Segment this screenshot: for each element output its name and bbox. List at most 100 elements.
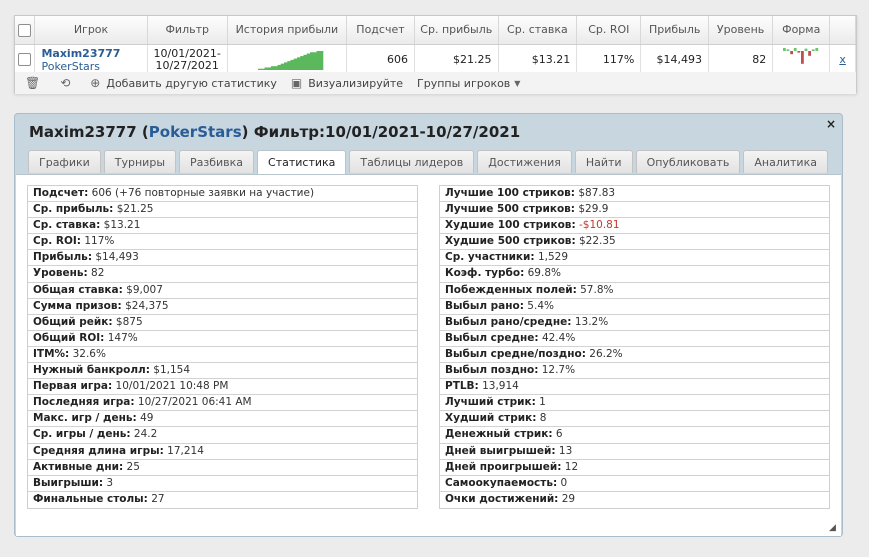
stat-row: Прибыль: $14,493 [28, 250, 417, 267]
delete-button[interactable]: 🗑 [25, 76, 46, 90]
filter-cell: 10/01/2021- 10/27/2021 [147, 44, 228, 76]
form-bar [801, 50, 805, 64]
profit-history-bar [300, 55, 304, 70]
stat-value: 1,529 [537, 251, 569, 264]
stat-row: Ср. ROI: 117% [28, 234, 417, 251]
filter-to: 10/27/2021 [155, 58, 219, 72]
stat-label: Коэф. турбо: [445, 267, 525, 280]
stat-row: Уровень: 82 [28, 266, 417, 283]
stat-row: Выигрыши: 3 [28, 476, 417, 492]
column-header-filter[interactable]: Фильтр [147, 16, 228, 45]
stat-row: Первая игра: 10/01/2021 10:48 PM [28, 379, 417, 396]
stat-row: Последняя игра: 10/27/2021 06:41 AM [28, 395, 417, 412]
stat-row: Общий ROI: 147% [28, 331, 417, 347]
remove-row-link[interactable]: x [829, 44, 856, 76]
stat-label: Выбыл средне/поздно: [445, 347, 586, 360]
stat-value: 27 [151, 492, 165, 505]
add-stats-button[interactable]: ⊕ Добавить другую статистику [90, 76, 277, 90]
stat-value: 24.2 [133, 428, 158, 441]
player-name-link[interactable]: Maxim23777 [41, 47, 140, 60]
select-all-cell[interactable] [15, 16, 36, 45]
form-bar [804, 48, 808, 51]
refresh-button[interactable]: ⟲ [60, 76, 76, 90]
chevron-down-icon: ▼ [514, 78, 521, 88]
column-header-avg-stake[interactable]: Ср. ставка [498, 16, 578, 45]
tab-statistics[interactable]: Статистика [257, 150, 347, 174]
tab-breakdown[interactable]: Разбивка [179, 150, 255, 173]
tab-leaderboards[interactable]: Таблицы лидеров [349, 150, 475, 173]
column-header-profit[interactable]: Прибыль [640, 16, 709, 45]
detail-tabs: Графики Турниры Разбивка Статистика Табл… [28, 150, 831, 174]
column-header-form[interactable]: Форма [772, 16, 831, 45]
stat-row: Выбыл рано: 5.4% [440, 299, 829, 315]
form-bar [786, 48, 790, 51]
close-icon[interactable]: × [826, 117, 836, 131]
stat-row: Средняя длина игры: 17,214 [28, 444, 417, 460]
summary-table: Игрок Фильтр История прибыли Подсчет Ср.… [15, 16, 856, 76]
form-bar [790, 50, 794, 54]
column-header-player[interactable]: Игрок [34, 16, 148, 45]
stat-row: Очки достижений: 29 [440, 492, 829, 508]
stat-label: Общая ставка: [33, 283, 123, 296]
player-detail-panel: Maxim23777 (PokerStars) Фильтр:10/01/202… [14, 113, 843, 537]
form-cell [772, 44, 831, 76]
stat-label: Выбыл рано/средне: [445, 315, 572, 328]
avg-stake-cell: $13.21 [498, 44, 578, 76]
tab-find[interactable]: Найти [574, 150, 633, 173]
column-header-avg-roi[interactable]: Ср. ROI [576, 16, 642, 45]
select-all-checkbox[interactable] [18, 23, 32, 37]
stat-row: Худшие 100 стриков: -$10.81 [440, 218, 829, 235]
stat-label: Общий рейк: [33, 315, 113, 328]
stat-label: PTLB: [445, 380, 479, 393]
column-header-profit-history[interactable]: История прибыли [227, 16, 347, 45]
stat-row: Нужный банкролл: $1,154 [28, 363, 417, 380]
stat-row: Побежденных полей: 57.8% [440, 283, 829, 299]
form-bar [812, 48, 815, 51]
stats-right-list: Лучшие 100 стриков: $87.83 Лучшие 500 стр… [439, 185, 830, 509]
profit-history-bar [290, 59, 294, 70]
stat-label: ITM%: [33, 347, 70, 360]
column-header-count[interactable]: Подсчет [346, 16, 416, 45]
stat-value: 3 [106, 476, 114, 489]
stat-label: Худшие 500 стриков: [445, 235, 576, 248]
profit-history-bar [306, 53, 311, 70]
tab-tournaments[interactable]: Турниры [103, 150, 177, 173]
summary-header-row: Игрок Фильтр История прибыли Подсчет Ср.… [15, 16, 856, 45]
stat-value: 29 [561, 492, 576, 505]
row-checkbox[interactable] [18, 53, 31, 67]
stat-value: 13 [558, 444, 573, 457]
stat-value: 13,914 [482, 380, 519, 393]
stat-label: Уровень: [33, 267, 88, 280]
avg-roi-cell: 117% [576, 44, 642, 76]
tab-charts[interactable]: Графики [28, 150, 101, 173]
stat-value: $13.21 [103, 219, 141, 232]
profit-history-bar [313, 51, 317, 70]
row-select-cell[interactable] [15, 44, 36, 76]
stat-row: Худшие 500 стриков: $22.35 [440, 234, 829, 251]
stat-value: 117% [84, 235, 115, 248]
detail-title-site[interactable]: PokerStars [149, 123, 242, 141]
profit-history-bar [280, 63, 285, 70]
stat-value: 69.8% [527, 267, 561, 280]
image-icon: ▣ [290, 76, 303, 90]
profit-history-bar [287, 60, 291, 70]
stat-value: -$10.81 [579, 219, 620, 232]
visualize-button[interactable]: ▣ Визуализируйте [291, 76, 403, 90]
tab-analytics[interactable]: Аналитика [743, 150, 828, 173]
stat-row: Худший стрик: 8 [440, 411, 829, 428]
stat-label: Последняя игра: [33, 396, 135, 409]
stat-value: 49 [140, 412, 154, 425]
tab-achievements[interactable]: Достижения [477, 150, 572, 173]
player-groups-dropdown[interactable]: Группы игроков ▼ [417, 77, 520, 90]
resize-grip-icon[interactable]: ◢ [829, 524, 837, 533]
tab-publish[interactable]: Опубликовать [635, 150, 741, 173]
column-header-avg-profit[interactable]: Ср. прибыль [414, 16, 499, 45]
player-site-link[interactable]: PokerStars [41, 60, 140, 73]
stat-label: Ср. ставка: [33, 219, 101, 232]
profit-cell: $14,493 [640, 44, 709, 76]
stat-label: Сумма призов: [33, 299, 122, 312]
column-header-level[interactable]: Уровень [708, 16, 774, 45]
stats-left-list: Подсчет: 606 (+76 повторные заявки на уч… [27, 185, 418, 509]
profit-history-bar [257, 68, 262, 70]
stat-value: 32.6% [72, 347, 106, 360]
